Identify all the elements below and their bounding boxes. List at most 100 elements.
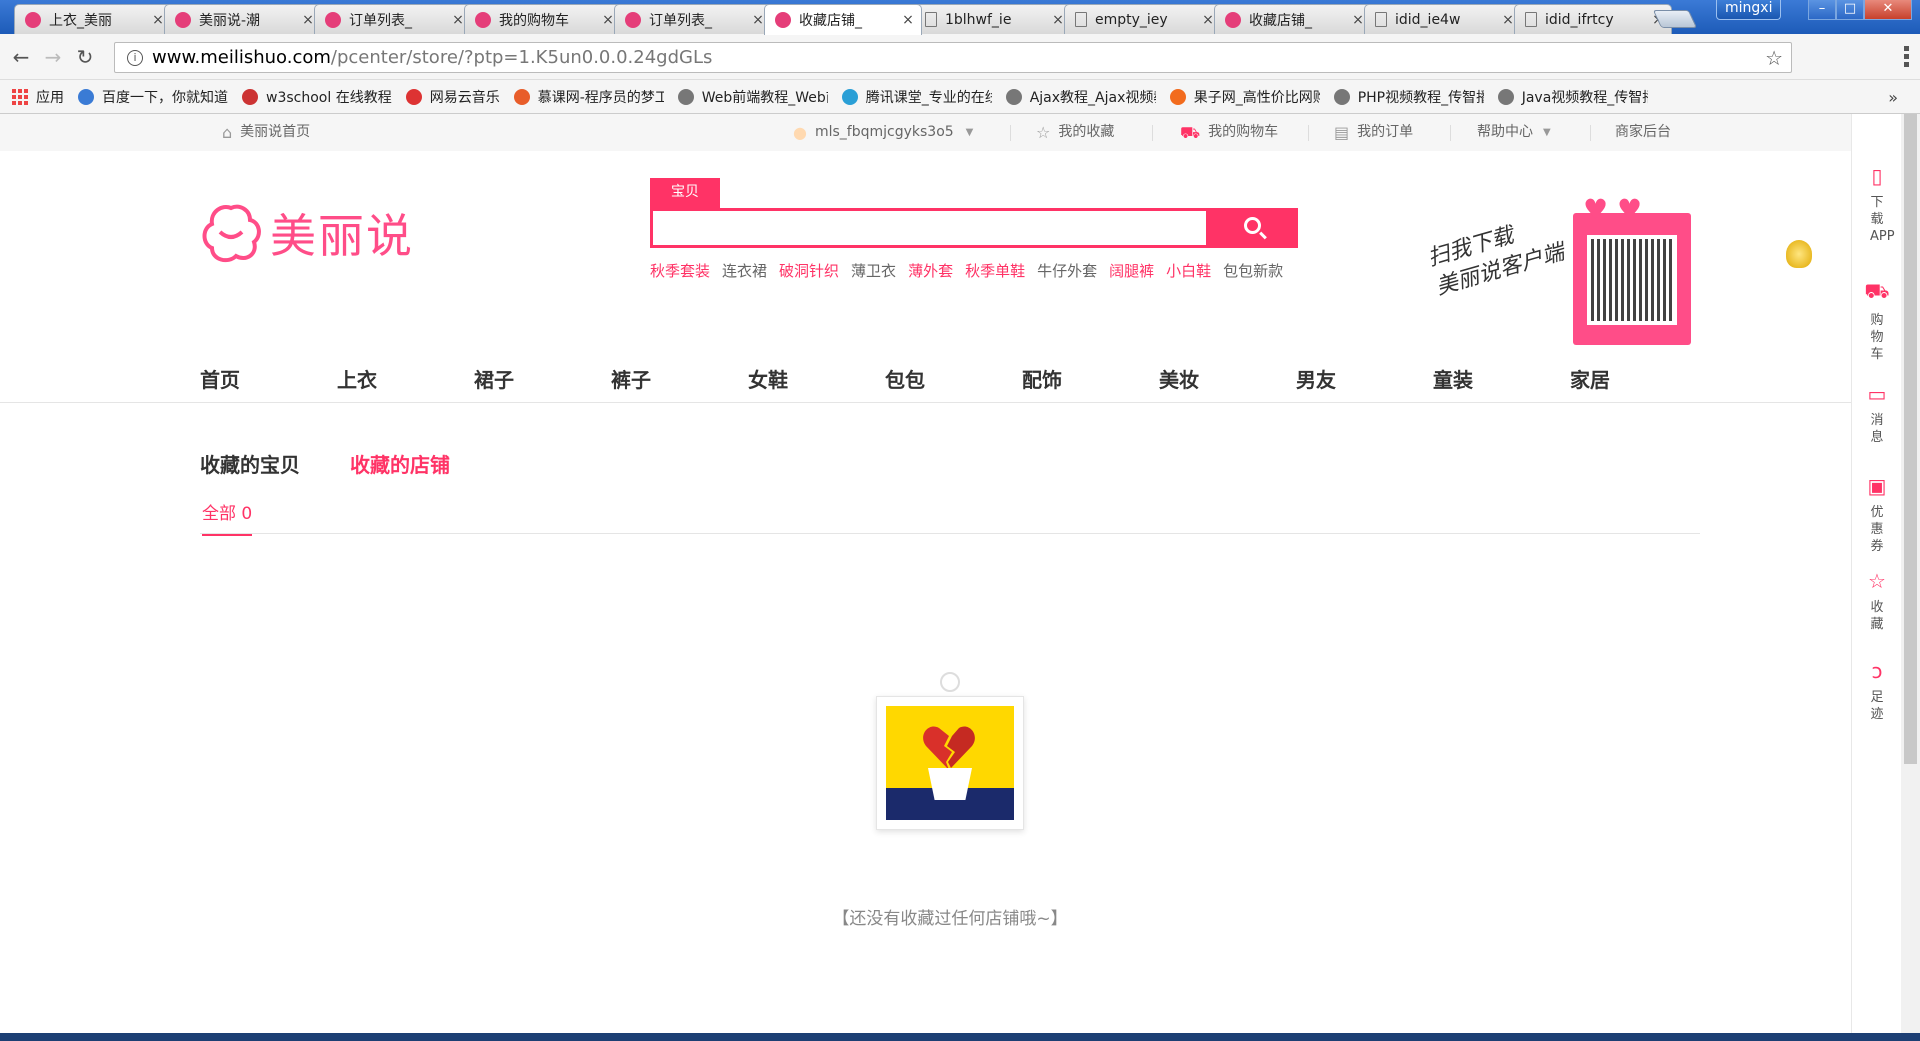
bookmark-item[interactable]: 网易云音乐 <box>405 87 500 107</box>
browser-tabstrip: 上衣_美丽 × 美丽说-潮 × 订单列表_ × 我的购物车 × 订单列表_ × 收藏店铺_ × 1blh… <box>0 0 1920 35</box>
close-icon[interactable]: × <box>901 12 915 28</box>
cart-icon: ⛟ <box>1864 279 1890 303</box>
close-icon[interactable]: × <box>1201 12 1215 28</box>
bookmarks-more-icon[interactable]: » <box>1888 88 1898 107</box>
hot-keyword-link[interactable]: 薄卫衣 <box>851 260 896 281</box>
tab-title: 上衣_美丽 <box>49 12 112 29</box>
address-bar[interactable]: i www.meilishuo.com/pcenter/store/?ptp=1… <box>114 42 1792 73</box>
chevron-down-icon: ▼ <box>965 127 974 138</box>
tab-favorite-shops[interactable]: 收藏的店铺 <box>350 449 450 478</box>
browser-menu-icon[interactable] <box>1904 46 1910 68</box>
apps-shortcut[interactable]: 应用 <box>12 87 64 107</box>
maximize-button[interactable]: □ <box>1836 0 1864 20</box>
hot-keyword-link[interactable]: 秋季单鞋 <box>965 260 1025 281</box>
browser-tab[interactable]: empty_iey × <box>1064 4 1222 34</box>
close-icon[interactable]: × <box>1501 12 1515 28</box>
main-nav-item[interactable]: 女鞋 <box>748 364 885 393</box>
main-nav-item[interactable]: 上衣 <box>337 364 474 393</box>
minimize-button[interactable]: – <box>1808 0 1836 20</box>
browser-tab[interactable]: 订单列表_ × <box>314 4 472 34</box>
sidebar-item[interactable]: ▯ 下载APP <box>1852 164 1902 245</box>
main-nav-item[interactable]: 首页 <box>200 364 337 393</box>
browser-tab[interactable]: 收藏店铺_ × <box>764 4 922 35</box>
browser-tab[interactable]: 美丽说-潮 × <box>164 4 322 34</box>
help-center-menu[interactable]: 帮助中心 ▼ <box>1477 114 1559 151</box>
bookmark-item[interactable]: Ajax教程_Ajax视频教 <box>1005 87 1156 107</box>
back-button[interactable]: ← <box>8 44 34 70</box>
bookmarks-bar: 应用 百度一下，你就知道 w3school 在线教程 网易云音乐 慕课网-程序员的梦工 W… <box>0 80 1920 114</box>
home-link[interactable]: ⌂ 美丽说首页 <box>222 114 310 151</box>
close-icon[interactable]: × <box>601 12 615 28</box>
main-nav-item[interactable]: 美妆 <box>1159 364 1296 393</box>
hot-keyword-link[interactable]: 包包新款 <box>1223 260 1283 281</box>
search-button[interactable] <box>1209 208 1298 248</box>
browser-tab[interactable]: 1blhwf_ie × <box>914 4 1072 34</box>
bookmark-item[interactable]: Java视频教程_传智播 <box>1497 87 1648 107</box>
bookmark-label: Java视频教程_传智播 <box>1521 89 1648 106</box>
sidebar-item[interactable]: ↄ 足迹 <box>1852 659 1902 723</box>
bookmark-item[interactable]: 腾讯课堂_专业的在线 <box>841 87 992 107</box>
main-nav-item[interactable]: 童装 <box>1433 364 1570 393</box>
site-logo[interactable]: 美丽说 <box>200 200 414 266</box>
bookmark-item[interactable]: Web前端教程_Web前 <box>677 87 828 107</box>
sidebar-item-label: 消息 <box>1870 413 1884 445</box>
filter-all-tab[interactable]: 全部 0 <box>202 499 253 536</box>
browser-tab[interactable]: idid_ie4w × <box>1364 4 1522 34</box>
sidebar-item[interactable]: ☆ 收藏 <box>1852 569 1902 633</box>
bookmark-item[interactable]: 果子网_高性价比网购 <box>1169 87 1320 107</box>
hot-keyword-link[interactable]: 小白鞋 <box>1166 260 1211 281</box>
hot-keyword-link[interactable]: 薄外套 <box>908 260 953 281</box>
main-nav-item[interactable]: 男友 <box>1296 364 1433 393</box>
hot-keyword-link[interactable]: 秋季套装 <box>650 260 710 281</box>
main-nav-item[interactable]: 裙子 <box>474 364 611 393</box>
info-icon[interactable]: i <box>127 49 143 66</box>
close-icon[interactable]: × <box>1351 12 1365 28</box>
notification-bell-icon[interactable] <box>1786 240 1812 268</box>
bookmark-label: Ajax教程_Ajax视频教 <box>1029 89 1156 106</box>
hot-keyword-link[interactable]: 阔腿裤 <box>1109 260 1154 281</box>
bookmark-label: 慕课网-程序员的梦工 <box>537 89 664 106</box>
bookmark-star-icon[interactable]: ☆ <box>1765 46 1783 70</box>
browser-tab[interactable]: 上衣_美丽 × <box>14 4 172 34</box>
bookmark-item[interactable]: PHP视频教程_传智播 <box>1333 87 1484 107</box>
seller-center-link[interactable]: 商家后台 <box>1615 114 1671 151</box>
browser-tab[interactable]: 收藏店铺_ × <box>1214 4 1372 34</box>
sidebar-item[interactable]: ▣ 优惠券 <box>1852 474 1902 555</box>
search-type-tab[interactable]: 宝贝 <box>650 178 720 208</box>
close-icon[interactable]: × <box>451 12 465 28</box>
search-input[interactable] <box>650 208 1209 248</box>
close-icon[interactable]: × <box>1051 12 1065 28</box>
hot-keyword-link[interactable]: 连衣裙 <box>722 260 767 281</box>
bookmark-item[interactable]: 百度一下，你就知道 <box>78 87 228 107</box>
close-icon[interactable]: × <box>151 12 165 28</box>
main-nav-item[interactable]: 家居 <box>1570 364 1707 393</box>
my-favorites-link[interactable]: ☆ 我的收藏 <box>1036 114 1114 151</box>
browser-tab[interactable]: idid_ifrtcy× <box>1514 4 1672 34</box>
close-window-button[interactable]: ✕ <box>1864 0 1912 20</box>
main-nav-item[interactable]: 包包 <box>885 364 1022 393</box>
browser-tab[interactable]: 我的购物车 × <box>464 4 622 34</box>
forward-button[interactable]: → <box>40 44 66 70</box>
bookmark-item[interactable]: w3school 在线教程 <box>242 87 392 107</box>
reload-button[interactable]: ↻ <box>72 44 98 70</box>
close-icon[interactable]: × <box>301 12 315 28</box>
hot-keyword-link[interactable]: 牛仔外套 <box>1037 260 1097 281</box>
qr-code <box>1587 235 1677 325</box>
tab-favorite-items[interactable]: 收藏的宝贝 <box>200 449 300 478</box>
new-tab-button[interactable] <box>1652 10 1698 28</box>
user-menu[interactable]: ● mls_fbqmjcgyks3o5 ▼ <box>793 114 981 151</box>
my-cart-link[interactable]: ⛟ 我的购物车 <box>1180 114 1278 151</box>
profile-button[interactable]: mingxi <box>1716 0 1782 20</box>
sidebar-item[interactable]: ⛟ 购物车 <box>1852 279 1902 363</box>
meilishuo-icon <box>1225 11 1241 28</box>
main-nav-item[interactable]: 配饰 <box>1022 364 1159 393</box>
sidebar-item[interactable]: ▭ 消息 <box>1852 382 1902 446</box>
hot-keyword-link[interactable]: 破洞针织 <box>779 260 839 281</box>
star-icon: ☆ <box>1036 123 1051 142</box>
browser-tab[interactable]: 订单列表_ × <box>614 4 772 34</box>
close-icon[interactable]: × <box>751 12 765 28</box>
bookmark-item[interactable]: 慕课网-程序员的梦工 <box>513 87 664 107</box>
my-orders-link[interactable]: ▤ 我的订单 <box>1334 114 1413 151</box>
main-nav-item[interactable]: 裤子 <box>611 364 748 393</box>
page-scrollbar[interactable] <box>1901 114 1920 1041</box>
